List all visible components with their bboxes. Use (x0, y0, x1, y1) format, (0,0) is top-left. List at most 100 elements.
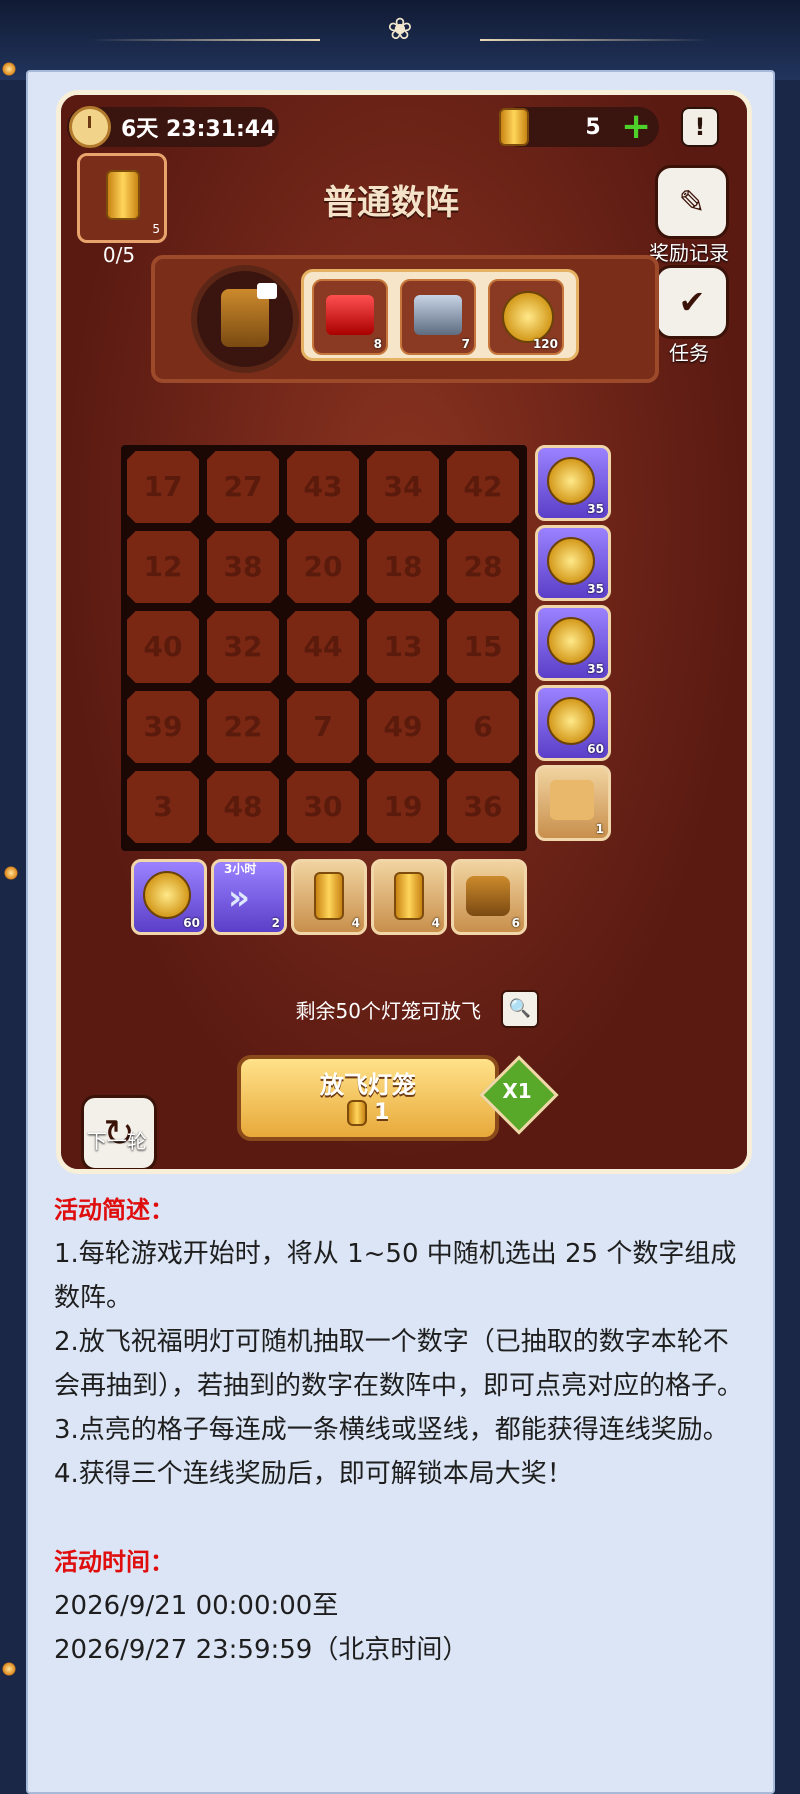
grid-cell[interactable]: 48 (207, 771, 279, 843)
grid-cell[interactable]: 36 (447, 771, 519, 843)
silver-chest-icon (414, 295, 462, 335)
add-lantern-button[interactable]: + (621, 109, 651, 145)
task-button[interactable]: ✔ (655, 265, 729, 339)
multiplier-label: X1 (502, 1079, 532, 1103)
rule-text: 1.每轮游戏开始时，将从 1~50 中随机选出 25 个数字组成数阵。 (54, 1239, 737, 1313)
release-cost-value: 1 (374, 1100, 390, 1125)
grid-cell[interactable]: 42 (447, 451, 519, 523)
prize-count: 7 (461, 337, 470, 351)
column-reward[interactable]: 4 (291, 859, 367, 935)
gold-coin-icon (547, 697, 595, 745)
rule-text: 4.获得三个连线奖励后，即可解锁本局大奖！ (54, 1459, 573, 1489)
gold-chest-icon (466, 876, 510, 916)
release-lantern-button[interactable]: 放飞灯笼 1 (237, 1055, 499, 1141)
prize-item[interactable]: 8 (312, 279, 388, 355)
grid-cell[interactable]: 39 (127, 691, 199, 763)
column-reward[interactable]: 3小时 » 2 (211, 859, 287, 935)
row-reward[interactable]: 35 (535, 525, 611, 601)
progress-lantern-count: 5 (152, 222, 160, 236)
checklist-icon: ✔ (678, 283, 706, 321)
reward-count: 35 (587, 662, 604, 676)
grid-cell[interactable]: 27 (207, 451, 279, 523)
remaining-lanterns-text: 剩余50个灯笼可放飞 (295, 999, 481, 1023)
flower-ornament-icon: ❀ (387, 12, 413, 47)
grid-cell[interactable]: 22 (207, 691, 279, 763)
row-reward[interactable]: 35 (535, 445, 611, 521)
lantern-light-icon (4, 866, 18, 880)
grid-cell[interactable]: 15 (447, 611, 519, 683)
reward-count: 60 (183, 916, 200, 930)
release-cost: 1 (241, 1100, 495, 1126)
grid-cell[interactable]: 13 (367, 611, 439, 683)
column-reward[interactable]: 60 (131, 859, 207, 935)
reward-count: 6 (511, 916, 520, 930)
task-label: 任务 (669, 341, 709, 365)
grid-cell[interactable]: 49 (367, 691, 439, 763)
progress-text: 0/5 (102, 243, 136, 267)
column-reward[interactable]: 6 (451, 859, 527, 935)
grid-cell[interactable]: 20 (287, 531, 359, 603)
grid-cell[interactable]: 12 (127, 531, 199, 603)
reward-count: 35 (587, 502, 604, 516)
grid-cell[interactable]: 17 (127, 451, 199, 523)
gold-coin-icon (502, 291, 554, 343)
lantern-icon (346, 1100, 367, 1126)
lantern-icon (314, 872, 344, 920)
page-title: 普通数阵 (323, 183, 459, 223)
row-reward[interactable]: 35 (535, 605, 611, 681)
end-time: 2026/9/27 23:59:59（北京时间） (54, 1635, 469, 1665)
summary-title: 活动简述： (54, 1196, 174, 1224)
prize-item[interactable]: 7 (400, 279, 476, 355)
lantern-progress-box[interactable]: 5 (77, 153, 167, 243)
grid-cell[interactable]: 34 (367, 451, 439, 523)
lantern-counter: 5 + (499, 107, 659, 147)
grid-cell[interactable]: 32 (207, 611, 279, 683)
banner-line (480, 39, 710, 41)
timer-text: 6天 23:31:44 (121, 117, 276, 142)
clock-icon (69, 106, 111, 148)
reward-count: 35 (587, 582, 604, 596)
grid-cell[interactable]: 28 (447, 531, 519, 603)
grid-cell[interactable]: 19 (367, 771, 439, 843)
lantern-count-value: 5 (585, 114, 601, 140)
row-reward[interactable]: 60 (535, 685, 611, 761)
countdown-timer: 6天 23:31:44 (67, 106, 279, 148)
number-grid: 17 27 43 34 42 12 38 20 18 28 40 32 44 1… (121, 445, 527, 851)
prize-item[interactable]: 120 (488, 279, 564, 355)
gold-coin-icon (547, 457, 595, 505)
grid-cell[interactable]: 30 (287, 771, 359, 843)
speed-up-icon: » (228, 878, 250, 918)
reward-count: 2 (271, 916, 280, 930)
reward-record-button[interactable]: ✎ (655, 165, 729, 239)
lantern-icon (499, 108, 529, 146)
release-label: 放飞灯笼 (320, 1071, 416, 1099)
gold-coin-icon (547, 617, 595, 665)
reward-count: 4 (351, 916, 360, 930)
rule-text: 2.放飞祝福明灯可随机抽取一个数字（已抽取的数字本轮不会再抽到），若抽到的数字在… (54, 1327, 744, 1401)
grid-cell[interactable]: 3 (127, 771, 199, 843)
grid-cell[interactable]: 18 (367, 531, 439, 603)
time-title: 活动时间： (54, 1548, 174, 1576)
grand-prize-ring[interactable] (191, 265, 299, 373)
next-round-label: 下一轮 (87, 1129, 147, 1153)
gold-coin-icon (547, 537, 595, 585)
grid-cell[interactable]: 40 (127, 611, 199, 683)
prize-count: 120 (532, 337, 558, 351)
info-button[interactable]: ! (681, 107, 719, 147)
row-reward[interactable]: 1 (535, 765, 611, 841)
top-banner: ❀ (0, 0, 800, 80)
lantern-light-icon (2, 62, 16, 76)
grid-cell[interactable]: 6 (447, 691, 519, 763)
lantern-icon (394, 872, 424, 920)
grid-cell[interactable]: 38 (207, 531, 279, 603)
puzzle-piece-icon (550, 780, 594, 820)
grand-prize-items: 8 7 120 (301, 269, 579, 361)
grid-cell[interactable]: 7 (287, 691, 359, 763)
reward-count: 1 (595, 822, 604, 836)
grid-cell[interactable]: 44 (287, 611, 359, 683)
search-icon[interactable]: 🔍 (501, 990, 539, 1028)
grid-cell[interactable]: 43 (287, 451, 359, 523)
column-reward[interactable]: 4 (371, 859, 447, 935)
game-frame: 6天 23:31:44 5 + ! 5 0/5 普通数阵 ✎ 奖励记录 ✔ 任务… (56, 90, 752, 1174)
